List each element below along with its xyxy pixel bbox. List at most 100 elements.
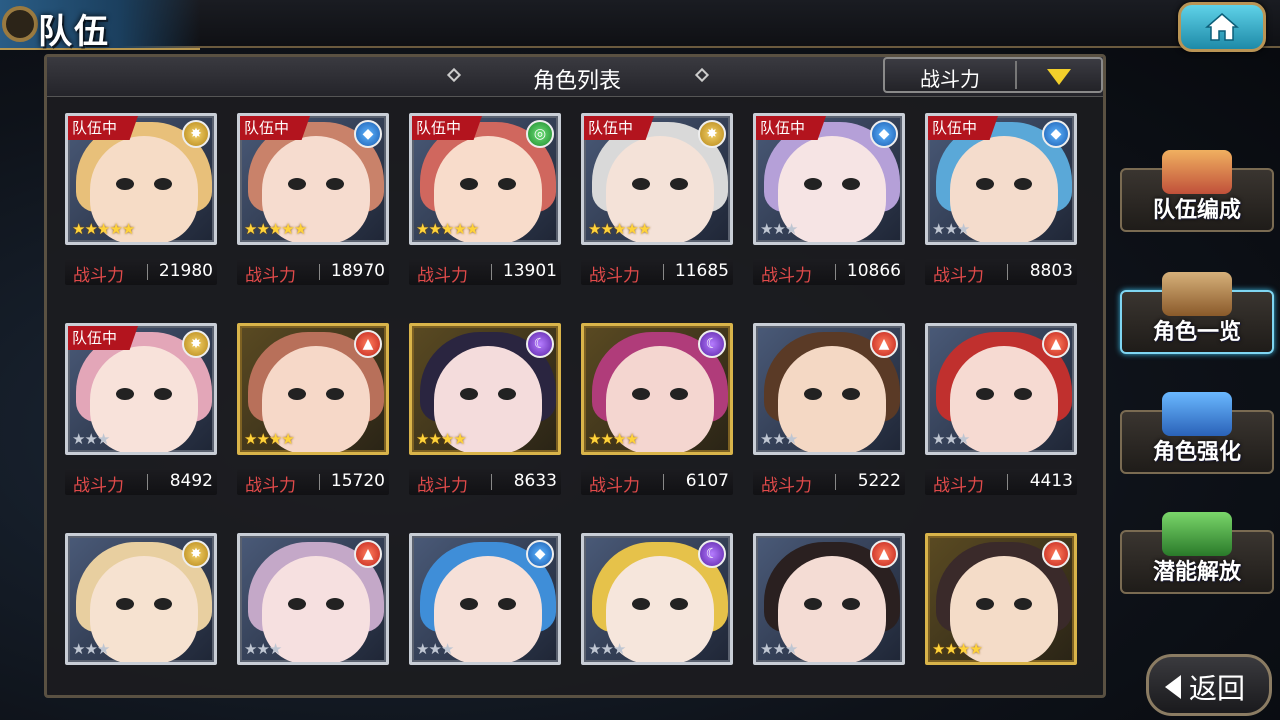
star-icon: ★	[600, 430, 613, 448]
character-card[interactable]: ✸ ★★★	[65, 533, 217, 709]
star-icon: ★	[256, 430, 269, 448]
power-row: 战斗力 6107	[581, 469, 733, 496]
rarity-stars: ★★★★★	[244, 220, 307, 238]
power-label: 战斗力	[73, 266, 124, 286]
character-card[interactable]: ▲ ★★★ 战斗力 5222	[753, 323, 905, 499]
character-card[interactable]: ◆ ★★★	[409, 533, 561, 709]
star-icon: ★	[281, 220, 294, 238]
character-portrait: ☾ ★★★★	[409, 323, 561, 455]
character-eye	[498, 598, 516, 610]
side-menu-button[interactable]: 潜能解放	[1120, 512, 1274, 594]
character-eye	[288, 598, 306, 610]
character-card[interactable]: ▲ ★★★ 战斗力 4413	[925, 323, 1077, 499]
back-label: 返回	[1189, 672, 1246, 705]
star-icon: ★	[453, 220, 466, 238]
in-team-badge: 队伍中	[584, 116, 654, 140]
character-eye	[460, 598, 478, 610]
side-menu-button[interactable]: 队伍编成	[1120, 150, 1274, 232]
character-eye	[804, 388, 822, 400]
character-portrait: 队伍中 ◆ ★★★★★	[237, 113, 389, 245]
enhance-icon	[1162, 392, 1232, 436]
character-card[interactable]: ☾ ★★★★ 战斗力 6107	[581, 323, 733, 499]
star-icon: ★	[96, 640, 110, 658]
side-menu-button[interactable]: 角色一览	[1120, 272, 1274, 354]
character-card[interactable]: ▲ ★★★★	[925, 533, 1077, 709]
power-divider	[319, 264, 320, 280]
character-card[interactable]: ☾ ★★★★ 战斗力 8633	[409, 323, 561, 499]
power-row: 战斗力 8492	[65, 469, 217, 496]
power-divider	[1007, 474, 1008, 490]
panel-title: 角色列表	[532, 69, 621, 94]
power-label: 战斗力	[417, 476, 468, 496]
home-icon	[1205, 13, 1239, 41]
rarity-stars: ★★★	[588, 640, 626, 658]
character-card[interactable]: 队伍中 ◆ ★★★ 战斗力 10866	[753, 113, 905, 289]
power-row: 战斗力 8803	[925, 259, 1077, 286]
character-card[interactable]: ▲ ★★★★ 战斗力 15720	[237, 323, 389, 499]
dropdown-arrow-icon[interactable]	[1047, 69, 1071, 85]
star-icon: ★	[944, 220, 957, 238]
character-card[interactable]: 队伍中 ◎ ★★★★★ 战斗力 13901	[409, 113, 561, 289]
sort-dropdown[interactable]: 战斗力	[883, 57, 1103, 93]
character-card[interactable]: 队伍中 ✸ ★★★★★ 战斗力 21980	[65, 113, 217, 289]
character-portrait: 队伍中 ✸ ★★★★★	[581, 113, 733, 245]
gear-ornament-icon	[2, 6, 38, 42]
character-eye	[842, 178, 860, 190]
character-eye	[632, 598, 650, 610]
water-element-icon: ◆	[354, 120, 382, 148]
character-eye	[632, 178, 650, 190]
character-portrait: 队伍中 ✸ ★★★★★	[65, 113, 217, 245]
star-icon: ★	[428, 220, 441, 238]
power-divider	[663, 264, 664, 280]
back-button[interactable]: 返回	[1146, 654, 1272, 716]
star-icon: ★	[84, 430, 97, 448]
character-eye	[498, 388, 516, 400]
character-eye	[498, 178, 516, 190]
power-label: 战斗力	[761, 476, 812, 496]
power-label: 战斗力	[589, 476, 640, 496]
in-team-badge: 队伍中	[756, 116, 826, 140]
character-eye	[1014, 388, 1032, 400]
character-card[interactable]: 队伍中 ◆ ★★★ 战斗力 8803	[925, 113, 1077, 289]
character-eye	[976, 178, 994, 190]
character-card[interactable]: 队伍中 ◆ ★★★★★ 战斗力 18970	[237, 113, 389, 289]
power-value: 4413	[1029, 471, 1073, 491]
star-icon: ★	[625, 430, 638, 448]
star-icon: ★	[637, 220, 651, 238]
side-menu-label: 队伍编成	[1152, 198, 1241, 223]
rarity-stars: ★★★	[244, 640, 282, 658]
star-icon: ★	[256, 640, 269, 658]
character-card[interactable]: 队伍中 ✸ ★★★★★ 战斗力 11685	[581, 113, 733, 289]
character-card[interactable]: 队伍中 ✸ ★★★ 战斗力 8492	[65, 323, 217, 499]
home-button[interactable]	[1178, 2, 1266, 52]
in-team-badge: 队伍中	[68, 116, 138, 140]
side-menu-button[interactable]: 角色强化	[1120, 392, 1274, 474]
power-row: 战斗力 10866	[753, 259, 905, 286]
star-icon: ★	[600, 640, 613, 658]
character-card[interactable]: ▲ ★★★	[753, 533, 905, 709]
star-icon: ★	[440, 640, 454, 658]
character-card[interactable]: ▲ ★★★	[237, 533, 389, 709]
power-row: 战斗力 4413	[925, 469, 1077, 496]
page-title: 队伍	[38, 12, 110, 52]
rarity-stars: ★★★	[760, 430, 798, 448]
character-portrait: ▲ ★★★★	[237, 323, 389, 455]
star-icon: ★	[784, 640, 798, 658]
character-portrait: ☾ ★★★★	[581, 323, 733, 455]
character-eye	[1014, 598, 1032, 610]
panel-header: 角色列表 战斗力	[47, 57, 1103, 97]
water-element-icon: ◆	[526, 540, 554, 568]
character-portrait: 队伍中 ◆ ★★★	[925, 113, 1077, 245]
rarity-stars: ★★★★★	[588, 220, 651, 238]
rarity-stars: ★★★	[932, 430, 970, 448]
dark-element-icon: ☾	[526, 330, 554, 358]
side-menu-label: 角色强化	[1152, 440, 1241, 465]
star-icon: ★	[772, 430, 785, 448]
star-icon: ★	[109, 220, 122, 238]
character-card[interactable]: ☾ ★★★	[581, 533, 733, 709]
character-eye	[670, 598, 688, 610]
character-eye	[288, 388, 306, 400]
star-icon: ★	[428, 430, 441, 448]
back-arrow-icon	[1165, 675, 1181, 699]
star-icon: ★	[416, 640, 429, 658]
